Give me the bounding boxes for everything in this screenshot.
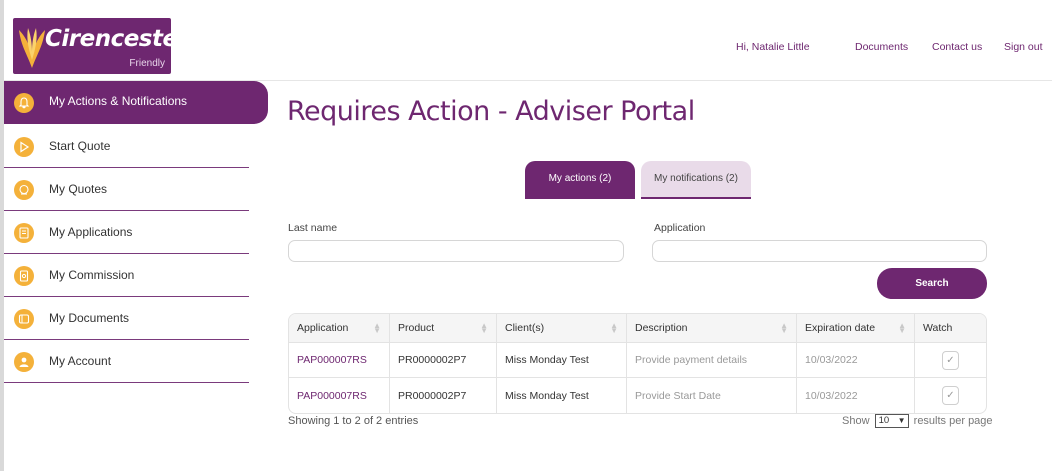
- expiration-date: 10/03/2022: [805, 389, 858, 402]
- column-header-application[interactable]: Application ▲ ▼: [289, 314, 390, 342]
- user-greeting-link[interactable]: Hi, Natalie Little: [736, 41, 810, 53]
- sidebar-item-actions-notifications[interactable]: My Actions & Notifications: [4, 81, 268, 124]
- column-header-expiration-date[interactable]: Expiration date ▲ ▼: [797, 314, 915, 342]
- sidebar-item-label: My Quotes: [49, 182, 108, 196]
- action-description: Provide payment details: [635, 354, 748, 366]
- commission-icon: [14, 266, 34, 286]
- sort-icon: ▲ ▼: [480, 321, 488, 335]
- column-header-clients[interactable]: Client(s) ▲ ▼: [497, 314, 627, 342]
- last-name-label: Last name: [288, 222, 338, 234]
- show-label: Show: [842, 414, 870, 427]
- column-header-product[interactable]: Product ▲ ▼: [390, 314, 497, 342]
- action-description: Provide Start Date: [635, 389, 721, 402]
- application-icon: [14, 223, 34, 243]
- product-code: PR0000002P7: [398, 389, 467, 402]
- column-header-watch: Watch: [923, 322, 953, 334]
- page-title: Requires Action - Adviser Portal: [287, 96, 695, 127]
- application-label: Application: [654, 222, 706, 234]
- per-page-select[interactable]: 10 ▼: [874, 414, 909, 428]
- sidebar-item-label: My Applications: [49, 225, 133, 239]
- documents-link[interactable]: Documents: [855, 41, 908, 53]
- wheat-sheaf-icon: [19, 28, 45, 68]
- play-icon: [14, 137, 34, 157]
- sidebar-item-start-quote[interactable]: Start Quote: [4, 125, 249, 168]
- brand-name: Cirencester: [45, 26, 171, 52]
- client-name: Miss Monday Test: [505, 354, 589, 366]
- bell-icon: [14, 93, 34, 113]
- sort-icon: ▲ ▼: [780, 321, 788, 335]
- sign-out-link[interactable]: Sign out: [1004, 41, 1043, 53]
- sidebar-item-my-commission[interactable]: My Commission: [4, 254, 249, 297]
- application-link[interactable]: PAP000007RS: [297, 354, 367, 366]
- client-name: Miss Monday Test: [505, 389, 589, 402]
- expiration-date: 10/03/2022: [805, 354, 858, 366]
- sidebar-item-my-quotes[interactable]: My Quotes: [4, 168, 249, 211]
- sidebar-item-my-documents[interactable]: My Documents: [4, 297, 249, 340]
- watch-checkbox[interactable]: ✓: [942, 351, 959, 370]
- watch-checkbox[interactable]: ✓: [942, 386, 959, 405]
- sidebar-item-label: My Documents: [49, 311, 130, 325]
- actions-table: Application ▲ ▼ Product ▲ ▼ Client(s) ▲ ▼ Desc…: [288, 313, 987, 414]
- quote-icon: [14, 180, 34, 200]
- table-header-row: Application ▲ ▼ Product ▲ ▼ Client(s) ▲ ▼ Desc…: [289, 314, 986, 343]
- results-per-page: Show 10 ▼ results per page: [842, 414, 993, 428]
- user-icon: [14, 352, 34, 372]
- sidebar-item-my-applications[interactable]: My Applications: [4, 211, 249, 254]
- brand-logo[interactable]: Cirencester Friendly: [13, 18, 171, 74]
- chevron-down-icon: ▼: [897, 416, 906, 425]
- document-icon: [14, 309, 34, 329]
- column-header-description[interactable]: Description ▲ ▼: [627, 314, 797, 342]
- sort-icon: ▲ ▼: [610, 321, 618, 335]
- search-button[interactable]: Search: [877, 268, 987, 299]
- table-row[interactable]: PAP000007RS PR0000002P7 Miss Monday Test…: [289, 343, 986, 378]
- contact-us-link[interactable]: Contact us: [932, 41, 982, 53]
- sidebar-item-label: My Actions & Notifications: [49, 94, 188, 108]
- entries-summary: Showing 1 to 2 of 2 entries: [288, 415, 419, 427]
- per-page-suffix: results per page: [913, 414, 993, 427]
- tab-my-actions[interactable]: My actions (2): [525, 161, 635, 199]
- application-input[interactable]: [652, 240, 987, 262]
- sidebar-item-label: Start Quote: [49, 139, 111, 153]
- product-code: PR0000002P7: [398, 354, 467, 366]
- sort-icon: ▲ ▼: [373, 321, 381, 335]
- last-name-input[interactable]: [288, 240, 624, 262]
- sort-icon: ▲ ▼: [898, 321, 906, 335]
- brand-subname: Friendly: [129, 58, 165, 69]
- table-row[interactable]: PAP000007RS PR0000002P7 Miss Monday Test…: [289, 378, 986, 413]
- sidebar-item-my-account[interactable]: My Account: [4, 340, 249, 383]
- sidebar-item-label: My Commission: [49, 268, 135, 282]
- tab-my-notifications[interactable]: My notifications (2): [641, 161, 751, 199]
- application-link[interactable]: PAP000007RS: [297, 390, 367, 402]
- sidebar-item-label: My Account: [49, 354, 112, 368]
